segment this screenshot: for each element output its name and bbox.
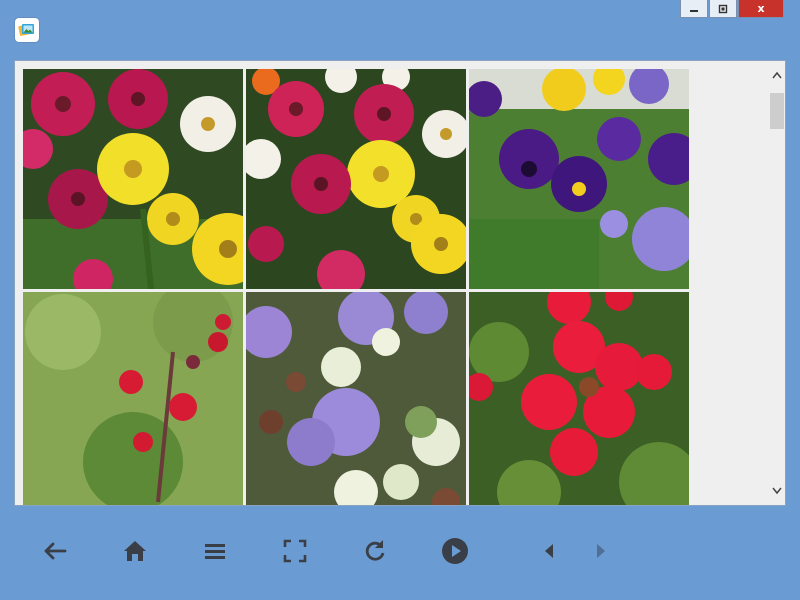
minimize-button[interactable] [680, 0, 708, 18]
close-button[interactable]: x [738, 0, 784, 18]
back-arrow-icon [44, 542, 67, 560]
vertical-scrollbar[interactable] [769, 61, 785, 505]
photo-tile[interactable] [469, 292, 689, 505]
gallery-window: x [0, 0, 800, 600]
scrollbar-thumb[interactable] [770, 93, 784, 129]
next-icon [597, 544, 605, 558]
zinnias-photo [23, 69, 243, 289]
photo-tile[interactable] [23, 69, 243, 289]
refresh-icon [365, 540, 385, 561]
scroll-up-button[interactable] [769, 67, 785, 83]
salvia-photo [23, 292, 243, 505]
next-button [584, 534, 618, 568]
fullscreen-button[interactable] [278, 534, 312, 568]
maximize-button[interactable] [709, 0, 737, 18]
chevron-up-icon [772, 71, 782, 79]
photo-tile[interactable] [246, 292, 466, 505]
photo-tile[interactable] [246, 69, 466, 289]
zinnias-photo-2 [246, 69, 466, 289]
play-button[interactable] [438, 534, 472, 568]
ageratum-photo [246, 292, 466, 505]
menu-icon [205, 544, 225, 559]
previous-button[interactable] [532, 534, 566, 568]
photo-grid [23, 69, 689, 505]
restore-icon [718, 4, 728, 13]
chevron-down-icon [772, 487, 782, 495]
back-button[interactable] [38, 534, 72, 568]
gallery-viewport[interactable] [14, 60, 786, 506]
menu-button[interactable] [198, 534, 232, 568]
scroll-down-button[interactable] [769, 483, 785, 499]
minimize-icon [690, 9, 698, 12]
fullscreen-icon [283, 539, 307, 563]
refresh-button[interactable] [358, 534, 392, 568]
previous-icon [545, 544, 553, 558]
photo-tile[interactable] [23, 292, 243, 505]
close-icon: x [757, 2, 765, 15]
window-controls: x [680, 0, 784, 18]
pansies-photo [469, 69, 689, 289]
bottom-toolbar [0, 520, 800, 582]
home-icon [124, 541, 146, 561]
photo-tile[interactable] [469, 69, 689, 289]
play-icon [442, 538, 468, 564]
photo-gallery-app-icon [15, 18, 39, 42]
verbena-photo [469, 292, 689, 505]
home-button[interactable] [118, 534, 152, 568]
